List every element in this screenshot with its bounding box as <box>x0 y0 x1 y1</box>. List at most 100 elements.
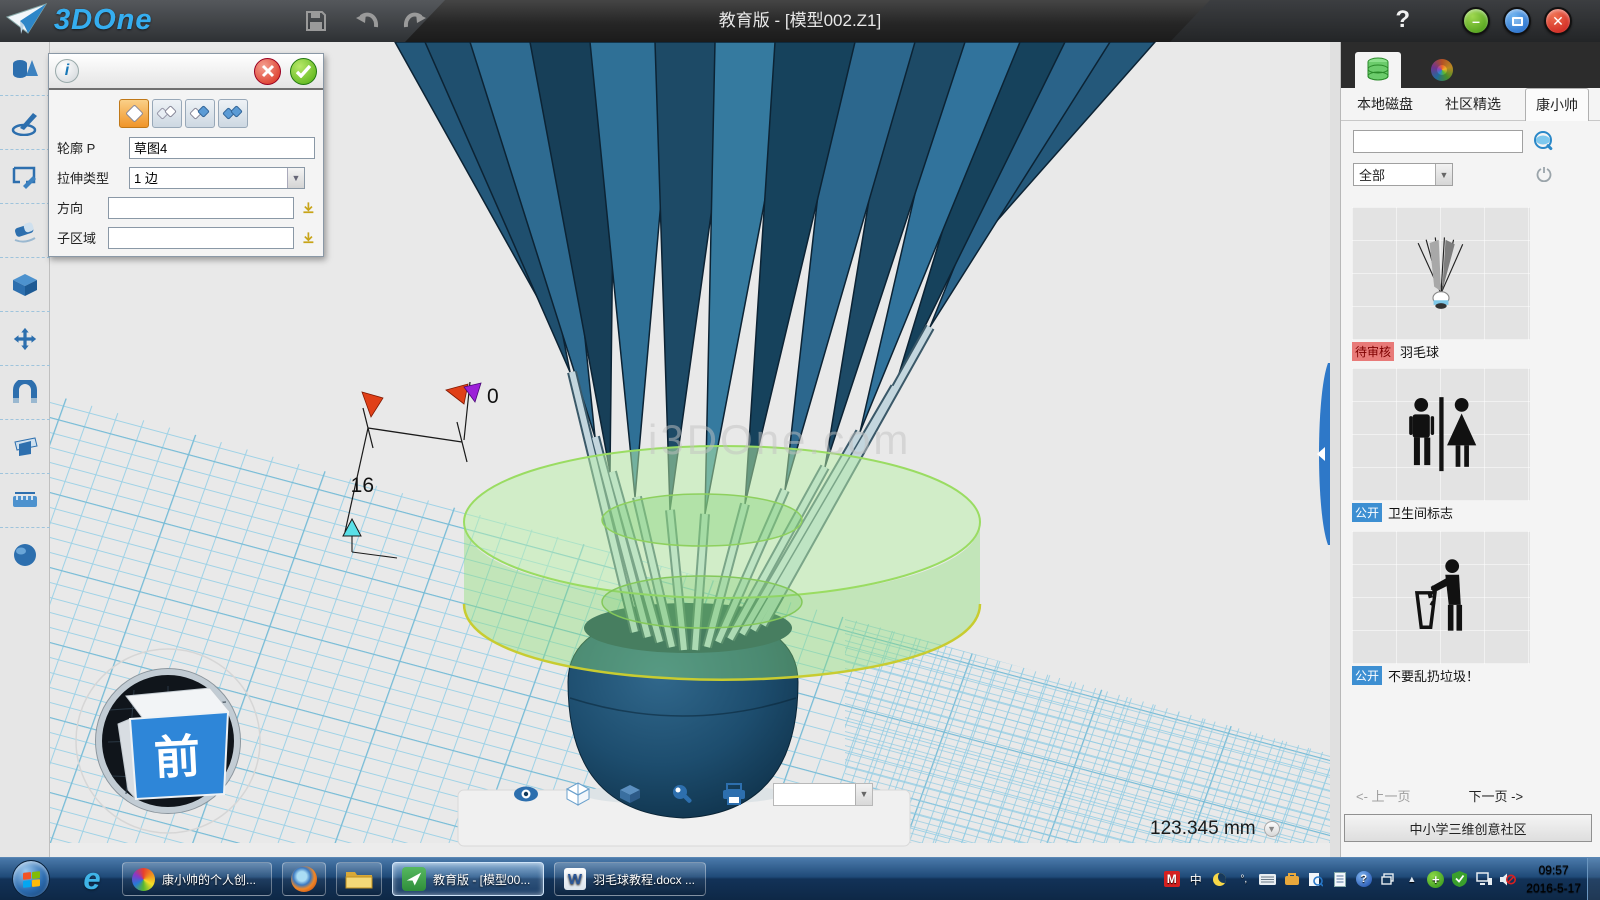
list-item-caption[interactable]: 公开 不要乱扔垃圾！ <box>1352 666 1479 684</box>
pick-subregion-icon[interactable] <box>302 229 315 247</box>
magnet-icon <box>11 380 39 406</box>
list-item-thumbnail[interactable] <box>1352 531 1530 664</box>
restore-button[interactable] <box>1503 7 1531 35</box>
prev-page-button[interactable]: <- 上一页 <box>1356 786 1411 805</box>
pick-direction-icon[interactable] <box>302 199 315 217</box>
chevron-down-icon[interactable]: ▼ <box>287 168 304 188</box>
undo-button[interactable] <box>350 5 382 37</box>
ime-m-icon[interactable]: M <box>1164 871 1180 887</box>
volume-muted-icon[interactable] <box>1499 871 1516 888</box>
keyboard-icon[interactable] <box>1259 871 1276 888</box>
chevron-down-icon[interactable]: ▼ <box>855 784 872 805</box>
chevron-down-icon[interactable]: ▼ <box>1435 164 1452 185</box>
security-shield-icon[interactable] <box>1451 871 1468 888</box>
view-preset-dropdown[interactable]: ▼ <box>773 783 873 806</box>
visibility-button[interactable] <box>513 782 539 806</box>
primitives-tool-button[interactable] <box>0 42 50 96</box>
ime-mode-icon[interactable]: °, <box>1235 871 1252 888</box>
zoom-button[interactable] <box>669 782 695 806</box>
tab-community-featured[interactable]: 社区精选 <box>1435 88 1511 120</box>
measure-tool-button[interactable] <box>0 474 50 528</box>
tray-help-icon[interactable]: ? <box>1356 871 1372 887</box>
extrude-type-dropdown[interactable]: 1 边 ▼ <box>129 167 305 189</box>
extrude-option-1[interactable] <box>119 99 149 128</box>
taskbar-firefox-button[interactable] <box>282 862 326 896</box>
subregion-input[interactable] <box>108 227 294 249</box>
extrude-option-4[interactable] <box>218 99 248 128</box>
profile-input[interactable] <box>129 137 315 159</box>
dialog-ok-button[interactable] <box>290 58 317 85</box>
search-icon[interactable] <box>1533 130 1555 152</box>
library-tab-button[interactable] <box>1355 52 1401 88</box>
internet-explorer-button[interactable]: e <box>72 861 112 897</box>
help-button[interactable]: ? <box>1395 6 1410 34</box>
item-name[interactable]: 不要乱扔垃圾！ <box>1388 666 1479 685</box>
minimize-button[interactable]: – <box>1462 7 1490 35</box>
restroom-sign-thumbnail <box>1398 389 1484 481</box>
shuttlecock-thumbnail <box>1406 234 1476 314</box>
community-link-button[interactable]: 中小学三维创意社区 <box>1344 814 1592 842</box>
paper-plane-icon <box>6 3 48 37</box>
dimension-value-label[interactable]: 16 <box>351 474 374 497</box>
taskbar-window-browser[interactable]: 康小帅的个人创... <box>122 862 272 896</box>
move-tool-button[interactable] <box>0 312 50 366</box>
list-item-caption[interactable]: 公开 卫生间标志 <box>1352 503 1453 521</box>
render-tool-button[interactable] <box>0 528 50 582</box>
direction-input[interactable] <box>108 197 294 219</box>
search-doc-icon[interactable] <box>1307 871 1324 888</box>
item-name[interactable]: 卫生间标志 <box>1388 503 1453 522</box>
list-item-thumbnail[interactable] <box>1352 368 1530 501</box>
save-button[interactable] <box>300 5 332 37</box>
direction-label: 方向 <box>57 198 108 217</box>
antivirus-icon[interactable]: + <box>1427 871 1444 888</box>
list-item-thumbnail[interactable] <box>1352 207 1530 340</box>
document-icon[interactable] <box>1331 871 1348 888</box>
dialog-cancel-button[interactable] <box>254 58 281 85</box>
toolbox-icon[interactable] <box>1283 871 1300 888</box>
show-desktop-button[interactable] <box>1587 858 1600 900</box>
sketch-tool-button[interactable] <box>0 96 50 150</box>
taskbar-window-word[interactable]: W 羽毛球教程.docx ... <box>554 862 706 896</box>
redo-button[interactable] <box>400 5 432 37</box>
extrude-option-3[interactable] <box>185 99 215 128</box>
print-button[interactable] <box>721 782 747 806</box>
tab-local-disk[interactable]: 本地磁盘 <box>1347 88 1423 120</box>
edit-sketch-tool-button[interactable] <box>0 150 50 204</box>
wireframe-view-button[interactable] <box>565 782 591 806</box>
extrude-preview-ring[interactable] <box>464 446 980 680</box>
move-icon <box>11 326 39 352</box>
taskbar-explorer-button[interactable] <box>336 862 382 896</box>
ime-language-icon[interactable]: 中 <box>1187 871 1204 888</box>
profile-label: 轮廓 P <box>57 138 129 157</box>
item-name[interactable]: 羽毛球 <box>1400 342 1439 361</box>
assemble-tool-button[interactable] <box>0 366 50 420</box>
shaded-view-button[interactable] <box>617 782 643 806</box>
taskbar-window-3done[interactable]: 教育版 - [模型00... <box>392 862 544 896</box>
info-icon[interactable]: i <box>55 59 79 83</box>
sidebar-collapse-handle[interactable] <box>1313 363 1330 545</box>
scale-dropdown-icon[interactable]: ▼ <box>1264 821 1280 837</box>
extrude-option-2[interactable] <box>152 99 182 128</box>
sidebar-gutter[interactable] <box>1330 42 1341 857</box>
features-tool-button[interactable] <box>0 258 50 312</box>
close-button[interactable]: ✕ <box>1544 7 1572 35</box>
list-item-caption[interactable]: 待审核 羽毛球 <box>1352 342 1439 360</box>
search-input[interactable] <box>1353 130 1523 153</box>
restore-window-icon[interactable] <box>1379 871 1396 888</box>
system-tray: M 中 °, ? ▲ + <box>1163 871 1516 888</box>
start-button[interactable] <box>12 860 50 898</box>
community-tab-button[interactable] <box>1419 52 1465 88</box>
sogou-moon-icon[interactable] <box>1211 871 1228 888</box>
filter-dropdown[interactable]: 全部 ▼ <box>1353 163 1453 186</box>
hidden-icons-arrow[interactable]: ▲ <box>1403 871 1420 888</box>
drag-cone-red-left[interactable] <box>362 392 383 417</box>
combine-tool-button[interactable] <box>0 420 50 474</box>
power-icon[interactable] <box>1536 166 1552 182</box>
network-icon[interactable] <box>1475 871 1492 888</box>
eraser-tool-button[interactable] <box>0 204 50 258</box>
next-page-button[interactable]: 下一页 -> <box>1469 786 1524 805</box>
taskbar-clock[interactable]: 09:57 2016-5-17 <box>1526 861 1581 897</box>
tab-user[interactable]: 康小帅 <box>1525 88 1589 121</box>
scale-value: 123.345 mm <box>1150 818 1256 840</box>
window-label: 康小帅的个人创... <box>162 871 256 888</box>
